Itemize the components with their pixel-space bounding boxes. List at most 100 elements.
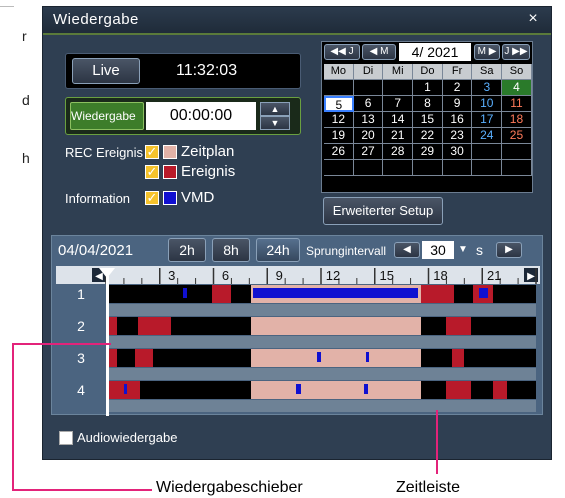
calendar-day[interactable]: 17 (472, 112, 503, 128)
jump-interval-value[interactable]: 30 (422, 241, 454, 259)
calendar-day[interactable]: 20 (353, 128, 384, 144)
page-fragment-line-3: h (22, 150, 30, 166)
page-fragment-line-1: r (22, 28, 27, 44)
calendar-day[interactable]: 9 (442, 96, 473, 112)
recording-segment-event (446, 317, 472, 335)
calendar-grid: Mo Di Mi Do Fr Sa So 1 2 3 4 5 6 7 8 9 10 11 12 13 14 15 16 17 1… (324, 64, 532, 176)
recording-segment-event (446, 381, 472, 399)
calendar-day[interactable]: 5 (324, 96, 354, 112)
playback-slider-line[interactable] (106, 276, 109, 416)
zoom-2h-button[interactable]: 2h (168, 238, 206, 262)
timeline-track[interactable] (106, 285, 536, 303)
track-separator (106, 336, 536, 348)
calendar-day[interactable]: 19 (324, 128, 354, 144)
jump-back-button[interactable]: ◀ (394, 242, 420, 258)
weekday-header: Mo (324, 64, 354, 80)
zeitplan-color-swatch (163, 145, 177, 159)
calendar-day[interactable]: 12 (324, 112, 354, 128)
vmd-checkbox[interactable]: ✓ (145, 191, 159, 205)
weekday-header: Mi (383, 64, 414, 80)
recording-segment-schedule (251, 381, 422, 399)
calendar-day[interactable]: 30 (442, 144, 473, 160)
audio-playback-label: Audiowiedergabe (77, 430, 178, 445)
rec-event-label: REC Ereignis (65, 145, 144, 160)
next-year-button[interactable]: J ▶▶ (502, 44, 530, 60)
calendar-nav: ◀◀ J ◀ M 4/ 2021 M ▶ J ▶▶ (322, 42, 532, 62)
live-button[interactable]: Live (72, 58, 140, 84)
calendar-day[interactable]: 6 (353, 96, 384, 112)
timeline-row: 3 (56, 348, 540, 368)
calendar-day[interactable]: 29 (413, 144, 443, 160)
next-month-button[interactable]: M ▶ (474, 44, 500, 60)
calendar-empty-cell (413, 160, 443, 176)
recording-segment-event (451, 349, 465, 367)
prev-year-button[interactable]: ◀◀ J (324, 44, 360, 60)
calendar-day[interactable]: 7 (383, 96, 414, 112)
calendar-day[interactable]: 14 (383, 112, 414, 128)
playback-window: Wiedergabe × Live 11:32:03 Wiedergabe 00… (42, 6, 552, 460)
calendar-empty-cell (472, 160, 503, 176)
calendar-day[interactable]: 1 (413, 80, 443, 96)
calendar-day[interactable]: 26 (324, 144, 354, 160)
calendar-day[interactable]: 15 (413, 112, 443, 128)
vmd-color-swatch (163, 191, 177, 205)
calendar-day[interactable]: 2 (442, 80, 473, 96)
weekday-header: Fr (442, 64, 473, 80)
time-up-icon[interactable]: ▲ (260, 102, 290, 116)
timeline-date: 04/04/2021 (58, 242, 134, 259)
callout-timeline-label: Zeitleiste (396, 479, 461, 496)
recording-segment-event (134, 349, 153, 367)
calendar-day[interactable]: 8 (413, 96, 443, 112)
calendar-day[interactable]: 28 (383, 144, 414, 160)
close-icon[interactable]: × (525, 11, 541, 27)
timeline-grid[interactable]: 1 2 3 4 (56, 284, 540, 412)
jump-interval-label: Sprungintervall (306, 244, 387, 258)
calendar-day[interactable]: 23 (442, 128, 473, 144)
callout-line-slider-h1 (12, 343, 110, 345)
calendar-day[interactable]: 21 (383, 128, 414, 144)
calendar-day[interactable]: 25 (502, 128, 532, 144)
calendar-empty-cell (324, 160, 354, 176)
jump-forward-button[interactable]: ▶ (496, 242, 522, 258)
page-fragment-line-2: d (22, 92, 30, 108)
weekday-header: Sa (472, 64, 503, 80)
timeline-track[interactable] (106, 381, 536, 399)
ereignis-checkbox[interactable]: ✓ (145, 165, 159, 179)
jump-interval-dropdown-icon[interactable]: ▼ (456, 241, 470, 259)
advanced-setup-button[interactable]: Erweiterter Setup (323, 197, 443, 225)
calendar-day[interactable]: 27 (353, 144, 384, 160)
calendar-day[interactable]: 4 (502, 80, 532, 96)
window-title: Wiedergabe (53, 11, 139, 28)
calendar-day[interactable]: 24 (472, 128, 503, 144)
track-separator (106, 304, 536, 316)
time-down-icon[interactable]: ▼ (260, 116, 290, 130)
recording-segment-event (138, 317, 171, 335)
zeitplan-checkbox[interactable]: ✓ (145, 145, 159, 159)
callout-slider-label: Wiedergabeschieber (156, 479, 303, 496)
window-titlebar: Wiedergabe × (43, 7, 551, 35)
recording-segment-vmd (478, 288, 488, 298)
timeline-track[interactable] (106, 317, 536, 335)
calendar-day[interactable]: 10 (472, 96, 503, 112)
prev-month-button[interactable]: ◀ M (362, 44, 396, 60)
calendar-day[interactable]: 22 (413, 128, 443, 144)
recording-segment-event (493, 381, 508, 399)
calendar-day[interactable]: 16 (442, 112, 473, 128)
calendar-empty-cell (353, 80, 384, 96)
calendar-day[interactable]: 18 (502, 112, 532, 128)
page-border-mark (0, 6, 14, 7)
scale-hour-label: 21 (487, 268, 501, 283)
calendar-day[interactable]: 3 (472, 80, 503, 96)
playback-button[interactable]: Wiedergabe (70, 102, 144, 130)
recording-segment-vmd (295, 384, 302, 394)
zoom-24h-button[interactable]: 24h (256, 238, 300, 262)
callout-line-slider-h2 (12, 489, 152, 491)
calendar-day[interactable]: 13 (353, 112, 384, 128)
calendar-day[interactable]: 11 (502, 96, 532, 112)
scale-hour-label: 15 (380, 268, 394, 283)
zoom-8h-button[interactable]: 8h (212, 238, 250, 262)
calendar-empty-cell (442, 160, 473, 176)
playback-time-field[interactable]: 00:00:00 (146, 102, 256, 130)
audio-playback-checkbox[interactable] (59, 431, 73, 445)
timeline-track[interactable] (106, 349, 536, 367)
